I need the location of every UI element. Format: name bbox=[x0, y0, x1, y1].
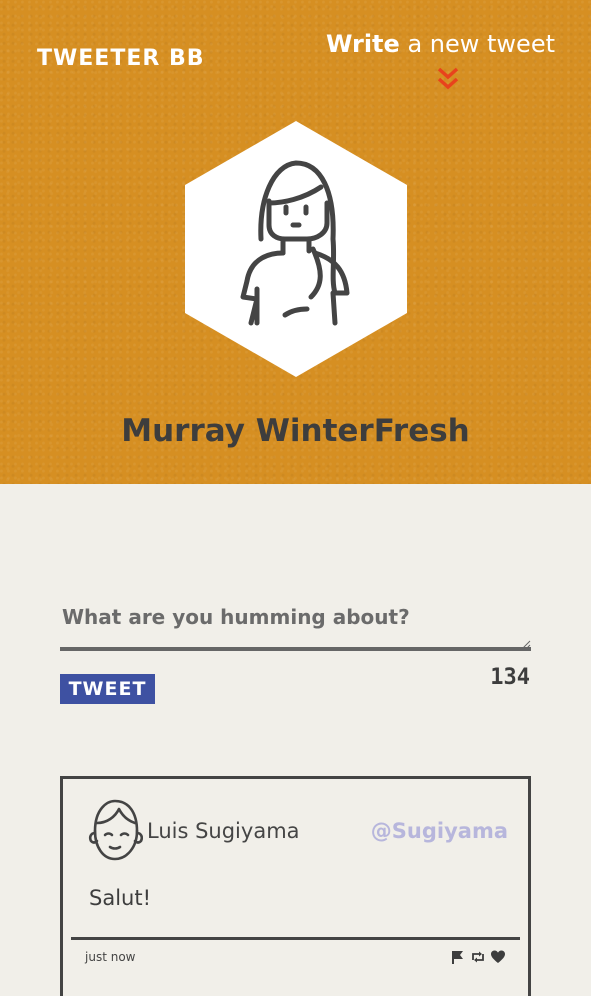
compose-area bbox=[60, 595, 531, 653]
heart-icon[interactable] bbox=[490, 949, 506, 965]
resize-grip-icon[interactable] bbox=[521, 639, 531, 649]
profile-header: TWEETER BB Write a new tweet Murray Wint… bbox=[0, 0, 591, 484]
write-link-strong: Write bbox=[325, 30, 400, 58]
tweet-card: Luis Sugiyama @Sugiyama Salut! just now bbox=[60, 776, 531, 996]
man-avatar-icon bbox=[88, 799, 143, 861]
retweet-icon[interactable] bbox=[470, 949, 486, 965]
character-counter: 134 bbox=[490, 665, 530, 690]
flag-icon[interactable] bbox=[450, 949, 466, 965]
tweet-timestamp: just now bbox=[85, 950, 136, 964]
tweet-author-handle: @Sugiyama bbox=[370, 819, 508, 843]
profile-name: Murray WinterFresh bbox=[121, 413, 470, 449]
tweet-footer: just now bbox=[71, 937, 520, 980]
write-new-tweet-link[interactable]: Write a new tweet bbox=[326, 30, 555, 58]
app-logo[interactable]: TWEETER BB bbox=[37, 46, 205, 71]
tweet-button[interactable]: TWEET bbox=[60, 674, 155, 704]
tweet-author-name: Luis Sugiyama bbox=[147, 819, 300, 843]
double-chevron-down-icon[interactable] bbox=[436, 67, 460, 93]
tweet-actions bbox=[450, 949, 506, 965]
tweet-text: Salut! bbox=[89, 886, 151, 910]
tweet-text-input[interactable] bbox=[60, 595, 531, 651]
woman-avatar-icon bbox=[185, 121, 407, 377]
write-link-rest: a new tweet bbox=[399, 30, 555, 58]
